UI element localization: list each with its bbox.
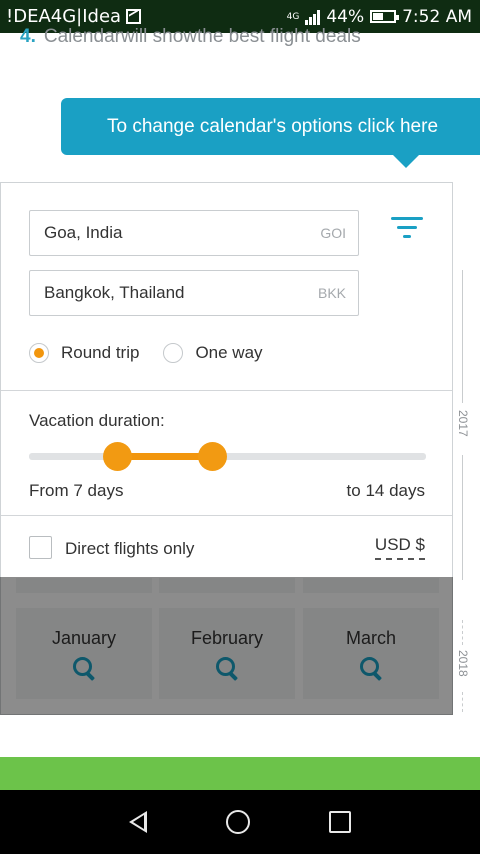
origin-city: Goa, India [44, 223, 123, 242]
step-text: Calendarwill showthe best flight deals [43, 26, 361, 47]
direct-flights-label[interactable]: Direct flights only [65, 539, 194, 559]
filter-icon[interactable] [391, 217, 423, 243]
step-number: 4. [20, 26, 36, 47]
vacation-duration-label: Vacation duration: [29, 411, 165, 430]
tooltip-text: To change calendar's options click here [106, 115, 439, 137]
timeline-dash [462, 692, 464, 712]
recent-apps-icon[interactable] [328, 811, 351, 833]
timeline-dash [462, 620, 464, 645]
android-nav-bar [0, 790, 480, 854]
one-way-label[interactable]: One way [195, 343, 262, 363]
home-icon[interactable] [225, 810, 250, 834]
signal-icon [305, 9, 321, 25]
step-instruction: 4. Calendarwill showthe best flight deals [20, 26, 361, 48]
year-label-2017: 2017 [456, 410, 470, 437]
round-trip-radio[interactable] [29, 343, 49, 363]
timeline-line [462, 270, 463, 403]
status-left: !DEA4G|Idea [6, 6, 142, 27]
destination-field[interactable]: Bangkok, Thailand BKK [29, 270, 359, 316]
status-right: 4G 44% 7:52 AM [287, 7, 472, 27]
tutorial-dim-overlay [0, 577, 453, 715]
green-footer-bar [0, 757, 480, 790]
battery-percent: 44% [326, 6, 365, 27]
duration-slider-track[interactable] [29, 453, 426, 460]
year-label-2018: 2018 [456, 650, 470, 677]
carrier-label: !DEA4G|Idea [6, 6, 122, 27]
calendar-options-tooltip[interactable]: To change calendar's options click here [61, 98, 480, 155]
origin-code: GOI [320, 225, 346, 241]
round-trip-label[interactable]: Round trip [61, 343, 139, 363]
battery-icon [370, 10, 400, 23]
trip-type-group: Round trip One way [29, 343, 263, 363]
duration-from-label: From 7 days [29, 481, 124, 500]
timeline-line [462, 455, 463, 580]
back-icon[interactable] [129, 811, 148, 833]
one-way-radio[interactable] [163, 343, 184, 363]
network-label: 4G [286, 11, 300, 22]
currency-selector[interactable]: USD $ [374, 535, 425, 560]
image-notification-icon [126, 9, 142, 24]
divider [1, 515, 452, 516]
destination-code: BKK [317, 285, 346, 301]
duration-to-label: to 14 days [346, 481, 425, 500]
divider [1, 390, 452, 391]
direct-flights-checkbox[interactable] [29, 536, 52, 559]
destination-city: Bangkok, Thailand [44, 283, 185, 302]
clock: 7:52 AM [402, 6, 472, 27]
tooltip-pointer [393, 155, 419, 168]
origin-field[interactable]: Goa, India GOI [29, 210, 359, 256]
duration-min-handle[interactable] [103, 442, 132, 471]
duration-max-handle[interactable] [198, 442, 227, 471]
